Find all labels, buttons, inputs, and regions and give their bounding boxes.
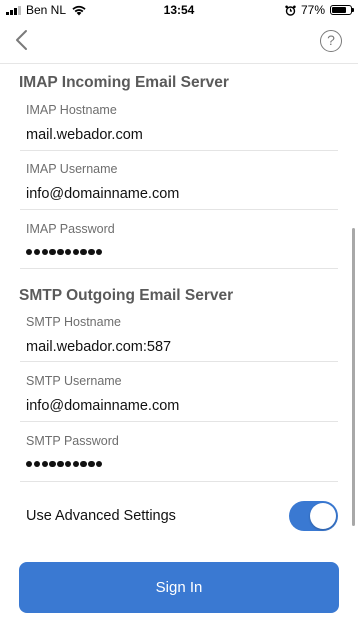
scrollbar[interactable] [352,228,355,526]
battery-fill [332,7,346,13]
divider [20,481,338,482]
password-dot [64,461,72,468]
alarm-icon [285,5,296,16]
status-right: 77% [285,3,354,17]
imap-password-mask[interactable] [26,249,338,256]
imap-section-title: IMAP Incoming Email Server [19,74,229,91]
password-dot [33,249,41,256]
imap-hostname-label: IMAP Hostname [26,103,117,117]
password-dot [72,461,80,468]
password-dot [41,249,48,256]
password-dot [26,461,33,468]
imap-hostname-field[interactable]: IMAP Hostname mail.webador.com [26,103,338,143]
smtp-section-title: SMTP Outgoing Email Server [19,287,234,304]
back-button[interactable] [12,28,34,52]
password-dot [33,461,41,468]
advanced-settings-label: Use Advanced Settings [26,508,176,524]
password-dot [49,461,56,468]
password-dot [96,249,103,256]
divider [20,421,338,422]
password-dot [26,249,33,256]
imap-username-label: IMAP Username [26,162,118,176]
smtp-hostname-value[interactable]: mail.webador.com:587 [26,339,338,355]
password-dot [96,461,103,468]
imap-password-field[interactable]: IMAP Password [26,222,338,256]
divider [20,361,338,362]
question-mark-icon: ? [327,32,335,48]
imap-password-label: IMAP Password [26,222,115,236]
smtp-username-label: SMTP Username [26,374,122,388]
smtp-hostname-field[interactable]: SMTP Hostname mail.webador.com:587 [26,315,338,355]
imap-username-field[interactable]: IMAP Username info@domainname.com [26,162,338,202]
smtp-password-label: SMTP Password [26,434,119,448]
chevron-left-icon [16,30,27,50]
smtp-username-value[interactable]: info@domainname.com [26,398,338,414]
password-dot [57,249,64,256]
advanced-settings-toggle[interactable] [289,501,338,531]
password-dot [41,461,48,468]
smtp-username-field[interactable]: SMTP Username info@domainname.com [26,374,338,414]
divider [20,150,338,151]
password-dot [64,249,72,256]
toggle-knob [310,503,336,529]
password-dot [57,461,64,468]
password-dot [80,461,87,468]
divider [20,209,338,210]
battery-percent: 77% [300,3,325,17]
account-settings-screen: Ben NL 13:54 77% ? IMAP Incoming Email S… [0,0,358,637]
smtp-password-field[interactable]: SMTP Password [26,434,338,468]
help-button[interactable]: ? [320,30,342,52]
divider [20,268,338,269]
password-dot [72,249,80,256]
nav-divider [0,63,358,64]
battery-icon [330,5,354,15]
password-dot [49,249,56,256]
password-dot [80,249,87,256]
sign-in-button[interactable]: Sign In [19,562,339,613]
password-dot [88,249,95,256]
password-dot [88,461,95,468]
smtp-hostname-label: SMTP Hostname [26,315,121,329]
smtp-password-mask[interactable] [26,461,338,468]
status-bar: Ben NL 13:54 77% [0,0,358,20]
imap-username-value[interactable]: info@domainname.com [26,186,338,202]
imap-hostname-value[interactable]: mail.webador.com [26,127,338,143]
